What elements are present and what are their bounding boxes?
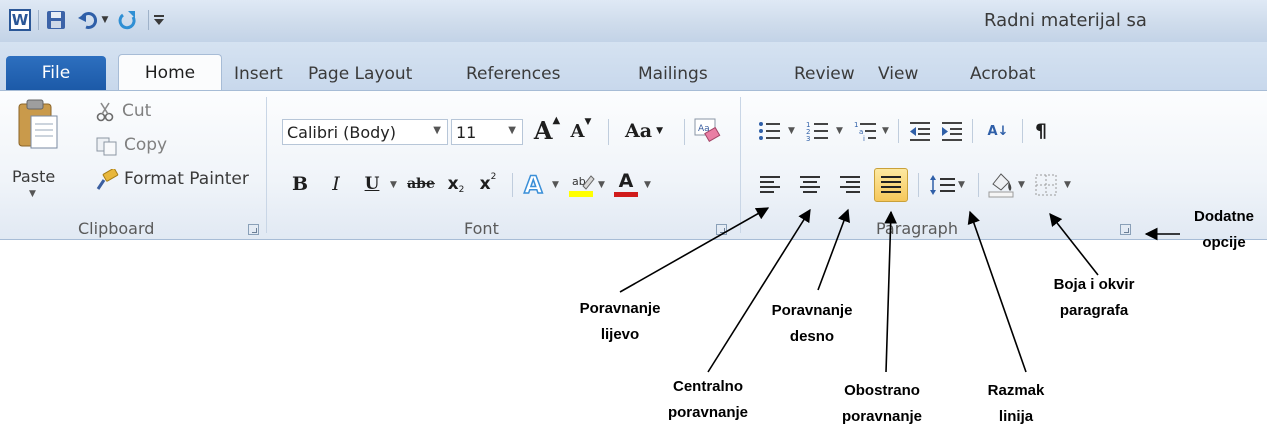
annotation-dodatne-opcije: Dodatne opcije	[1194, 208, 1254, 251]
arrow-poravnanje-lijevo	[619, 207, 770, 293]
annotation-razmak-linija: Razmak linija	[987, 382, 1045, 425]
annotation-poravnanje-desno: Poravnanje desno	[771, 302, 853, 345]
arrow-obostrano	[884, 210, 898, 373]
annotation-boja-okvir: Boja i okvir paragrafa	[1053, 276, 1135, 319]
arrow-razmak	[967, 210, 1027, 373]
arrow-boja-okvir	[1049, 212, 1099, 276]
annotation-poravnanje-lijevo: Poravnanje lijevo	[579, 300, 661, 343]
annotation-obostrano-poravnanje: Obostrano poravnanje	[841, 382, 923, 425]
annotation-centralno-poravnanje: Centralno poravnanje	[667, 378, 749, 421]
arrow-poravnanje-desno	[817, 208, 850, 291]
annotation-arrows	[619, 207, 1180, 373]
